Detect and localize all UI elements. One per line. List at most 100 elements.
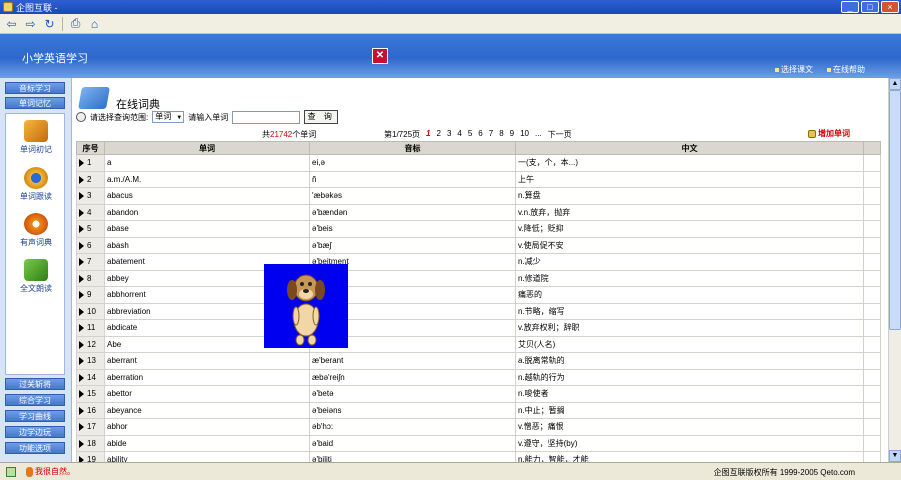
word-cell[interactable]: abacus	[104, 187, 310, 205]
row-arrow-icon[interactable]	[79, 241, 84, 250]
scroll-down-icon[interactable]: ▼	[889, 450, 901, 462]
page-link[interactable]: 2	[436, 129, 440, 140]
page-link[interactable]: 4	[457, 129, 461, 140]
scope-select[interactable]: 单词	[152, 111, 185, 123]
back-arrow-icon[interactable]: ⇦	[3, 16, 20, 32]
row-arrow-icon[interactable]	[79, 373, 84, 382]
close-window-button[interactable]: ×	[881, 1, 899, 13]
word-cell[interactable]: abandon	[104, 203, 310, 221]
refresh-icon[interactable]: ↻	[41, 16, 58, 32]
sidebar-tab-options[interactable]: 功能选项	[5, 442, 65, 454]
sidebar-tab-comprehensive[interactable]: 综合学习	[5, 394, 65, 406]
table-row[interactable]: 11 abdicate v.放弃权利；辞职	[76, 319, 881, 337]
add-word-button[interactable]: 增加单词	[808, 128, 850, 139]
page-link[interactable]: 3	[447, 129, 451, 140]
row-arrow-icon[interactable]	[79, 357, 84, 366]
table-row[interactable]: 9 abbhorrent 痛恶的	[76, 286, 881, 304]
table-row[interactable]: 8 abbey n.修道院	[76, 269, 881, 287]
word-cell[interactable]: abeyance	[104, 401, 310, 419]
table-row[interactable]: 19 ability ə'biliti n.能力，智能，才能	[76, 451, 881, 462]
print-icon[interactable]: ⎙	[67, 16, 84, 32]
table-row[interactable]: 5 abase ə'beis v.降低；贬抑	[76, 220, 881, 238]
row-arrow-icon[interactable]	[79, 258, 84, 267]
column-header-word[interactable]: 单词	[104, 141, 310, 155]
scroll-thumb[interactable]	[889, 90, 901, 330]
word-cell[interactable]: aberrant	[104, 352, 310, 370]
online-help-link[interactable]: 在线帮助	[827, 64, 865, 75]
page-link[interactable]: 7	[489, 129, 493, 140]
word-input[interactable]	[232, 110, 301, 124]
row-arrow-icon[interactable]	[79, 390, 84, 399]
row-arrow-icon[interactable]	[79, 340, 84, 349]
page-link[interactable]: 9	[510, 129, 514, 140]
sidebar-tab-learn-play[interactable]: 边学边玩	[5, 426, 65, 438]
sidebar-item-full-text-reading[interactable]: 全文朗读	[6, 259, 66, 294]
word-cell[interactable]: abhor	[104, 418, 310, 436]
key-icon	[808, 129, 816, 138]
search-button[interactable]: 查 询	[304, 110, 339, 124]
word-cell[interactable]: a.m./A.M.	[104, 170, 310, 188]
dog-assistant[interactable]	[264, 264, 348, 348]
word-cell[interactable]: abettor	[104, 385, 310, 403]
table-row[interactable]: 18 abide ə'baid v.遵守，坚持(by)	[76, 434, 881, 452]
row-arrow-icon[interactable]	[79, 159, 84, 168]
row-arrow-icon[interactable]	[79, 291, 84, 300]
select-lesson-link[interactable]: 选择课文	[775, 64, 813, 75]
page-link[interactable]: 10	[520, 129, 529, 140]
page-link[interactable]: 5	[468, 129, 472, 140]
word-cell[interactable]: abide	[104, 434, 310, 452]
word-cell[interactable]: ability	[104, 451, 310, 462]
row-number-cell: 1	[76, 154, 105, 172]
table-row[interactable]: 6 abash ə'bæʃ v.使局促不安	[76, 236, 881, 254]
row-arrow-icon[interactable]	[79, 208, 84, 217]
table-row[interactable]: 17 abhor əb'hɔ: v.憎恶；痛恨	[76, 418, 881, 436]
row-arrow-icon[interactable]	[79, 274, 84, 283]
table-row[interactable]: 15 abettor ə'betə n.唆使者	[76, 385, 881, 403]
word-cell[interactable]: abash	[104, 236, 310, 254]
sidebar-tab-challenge[interactable]: 过关斩将	[5, 378, 65, 390]
sidebar-tab-phonetics[interactable]: 音标学习	[5, 82, 65, 94]
table-row[interactable]: 14 aberration æbə'reiʃn n.越轨的行为	[76, 368, 881, 386]
word-cell[interactable]: abase	[104, 220, 310, 238]
column-header-meaning[interactable]: 中文	[515, 141, 864, 155]
column-header-phonetic[interactable]: 音标	[309, 141, 516, 155]
word-cell[interactable]: aberration	[104, 368, 310, 386]
meaning-cell: v.n.放弃，抛弃	[515, 203, 864, 221]
vertical-scrollbar[interactable]: ▲ ▼	[888, 78, 901, 462]
next-page-link[interactable]: 下一页	[548, 129, 572, 140]
table-row[interactable]: 16 abeyance ə'beiəns n.中止；暂搁	[76, 401, 881, 419]
minimize-button[interactable]: _	[841, 1, 859, 13]
sidebar-tab-learning-curve[interactable]: 学习曲线	[5, 410, 65, 422]
page-link[interactable]: 8	[499, 129, 503, 140]
sidebar-tab-word-memory[interactable]: 单词记忆	[5, 97, 65, 109]
meaning-cell: n.修道院	[515, 269, 864, 287]
sidebar-item-word-follow[interactable]: 单词跟读	[6, 167, 66, 202]
table-row[interactable]: 1 a ei,ə 一(支，个，本...)	[76, 154, 881, 172]
sidebar-item-audio-dictionary[interactable]: 有声词典	[6, 213, 66, 248]
row-arrow-icon[interactable]	[79, 225, 84, 234]
row-arrow-icon[interactable]	[79, 307, 84, 316]
row-number-cell: 13	[76, 352, 105, 370]
home-icon[interactable]: ⌂	[86, 16, 103, 32]
row-arrow-icon[interactable]	[79, 324, 84, 333]
table-row[interactable]: 10abbreviationonn.节略，缩写	[76, 302, 881, 320]
maximize-button[interactable]: □	[861, 1, 879, 13]
page-link[interactable]: 6	[478, 129, 482, 140]
sidebar-item-word-first[interactable]: 单词初记	[6, 120, 66, 155]
row-arrow-icon[interactable]	[79, 192, 84, 201]
column-header-no[interactable]: 序号	[76, 141, 105, 155]
word-cell[interactable]: a	[104, 154, 310, 172]
table-row[interactable]: 7 abatement ə'beitment n.减少	[76, 253, 881, 271]
row-arrow-icon[interactable]	[79, 423, 84, 432]
row-arrow-icon[interactable]	[79, 175, 84, 184]
table-row[interactable]: 12 Abe 艾贝(人名)	[76, 335, 881, 353]
close-icon[interactable]: ✕	[372, 48, 388, 64]
row-arrow-icon[interactable]	[79, 406, 84, 415]
forward-arrow-icon[interactable]: ⇨	[22, 16, 39, 32]
table-row[interactable]: 13 aberrant æ'berant a.脱离常轨的	[76, 352, 881, 370]
table-row[interactable]: 2 a.m./A.M. ñ 上午	[76, 170, 881, 188]
row-arrow-icon[interactable]	[79, 439, 84, 448]
table-row[interactable]: 3 abacus'æbəkəs n.算盘	[76, 187, 881, 205]
scroll-up-icon[interactable]: ▲	[889, 78, 901, 90]
table-row[interactable]: 4 abandon ə'bændən v.n.放弃，抛弃	[76, 203, 881, 221]
